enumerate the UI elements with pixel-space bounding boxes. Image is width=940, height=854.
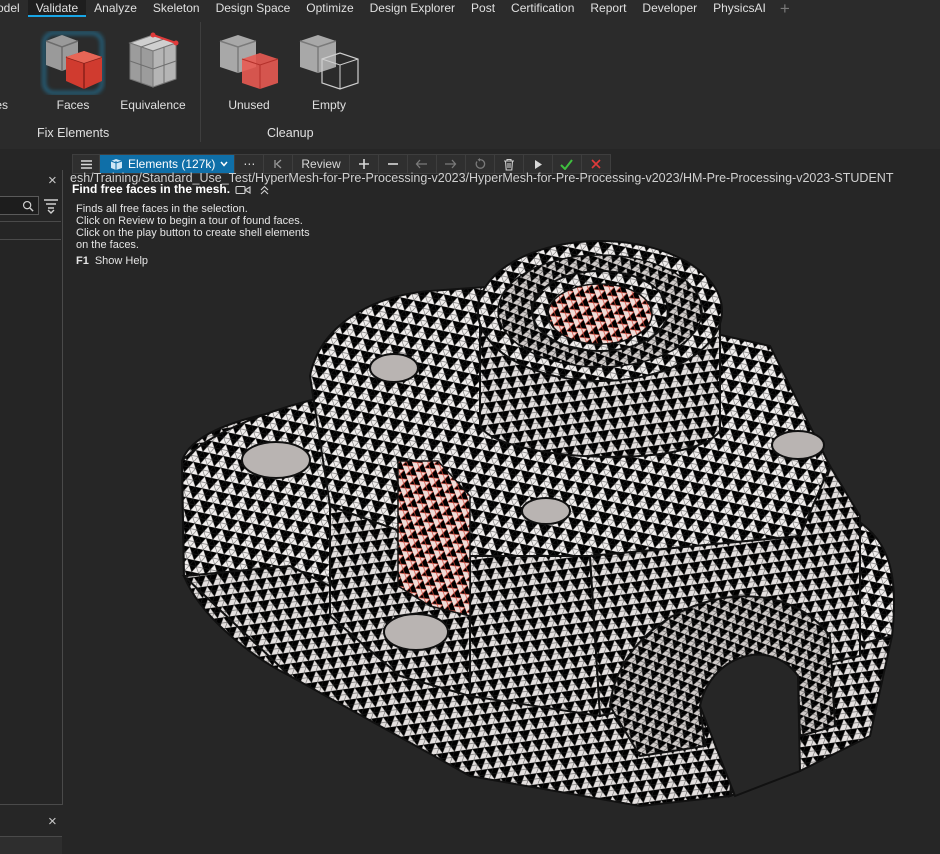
add-tab-plus-icon[interactable]: + <box>774 0 796 17</box>
tool-label-equivalence: Equivalence <box>120 98 186 112</box>
collapse-icon[interactable] <box>260 185 269 195</box>
menu-item-post[interactable]: Post <box>463 0 503 17</box>
tool-equivalence[interactable]: Equivalence <box>120 17 186 117</box>
menu-bar: odel Validate Analyze Skeleton Design Sp… <box>0 0 940 17</box>
menu-item-design-explorer[interactable]: Design Explorer <box>362 0 463 17</box>
mesh-model[interactable] <box>170 236 905 811</box>
lower-panel-close-icon[interactable]: × <box>48 813 57 830</box>
menu-item-developer[interactable]: Developer <box>634 0 705 17</box>
panel-close-icon[interactable]: × <box>48 172 57 189</box>
menu-item-report[interactable]: Report <box>582 0 634 17</box>
tool-edges[interactable]: es <box>0 17 30 117</box>
tool-unused[interactable]: Unused <box>216 17 282 117</box>
unused-icon <box>219 35 279 89</box>
tool-label-empty: Empty <box>311 98 346 112</box>
group-label-fix-elements: Fix Elements <box>37 126 110 140</box>
menu-item-skeleton[interactable]: Skeleton <box>145 0 208 17</box>
menu-item-optimize[interactable]: Optimize <box>298 0 361 17</box>
filter-icon[interactable] <box>42 197 60 215</box>
help-label: Show Help <box>94 255 149 267</box>
lower-panel <box>0 836 62 854</box>
chevron-down-icon <box>220 161 228 167</box>
equivalence-icon <box>128 32 179 88</box>
menu-item-analyze[interactable]: Analyze <box>86 0 145 17</box>
show-help-link[interactable]: F1 Show Help <box>76 255 148 267</box>
ribbon-divider <box>200 22 201 142</box>
browser-search-input[interactable] <box>0 196 39 215</box>
tool-label-faces: Faces <box>56 98 90 112</box>
browser-row[interactable] <box>0 221 61 240</box>
elements-icon <box>110 159 123 170</box>
menu-item-validate[interactable]: Validate <box>27 0 87 17</box>
faces-icon <box>42 31 104 95</box>
menu-item-model[interactable]: odel <box>0 0 28 17</box>
ribbon: es Faces <box>0 17 940 149</box>
tooltip-title: Find free faces in the mesh. <box>72 182 231 196</box>
tool-label-unused: Unused <box>228 98 270 112</box>
tool-faces[interactable]: Faces <box>40 17 106 117</box>
help-key: F1 <box>76 255 89 267</box>
tool-empty[interactable]: Empty <box>296 17 362 117</box>
menu-item-design-space[interactable]: Design Space <box>208 0 299 17</box>
menu-item-physicsai[interactable]: PhysicsAI <box>705 0 774 17</box>
search-icon <box>22 200 34 212</box>
edges-icon <box>0 31 20 95</box>
tool-label: es <box>0 98 8 112</box>
video-icon[interactable] <box>235 185 251 195</box>
empty-icon <box>299 35 359 90</box>
browser-panel: × <box>0 170 63 805</box>
group-label-cleanup: Cleanup <box>267 126 314 140</box>
selection-label: Elements (127k) <box>128 157 216 171</box>
menu-item-certification[interactable]: Certification <box>503 0 582 17</box>
tooltip-icons <box>235 185 269 195</box>
tooltip-description: Finds all free faces in the selection. C… <box>76 203 310 251</box>
